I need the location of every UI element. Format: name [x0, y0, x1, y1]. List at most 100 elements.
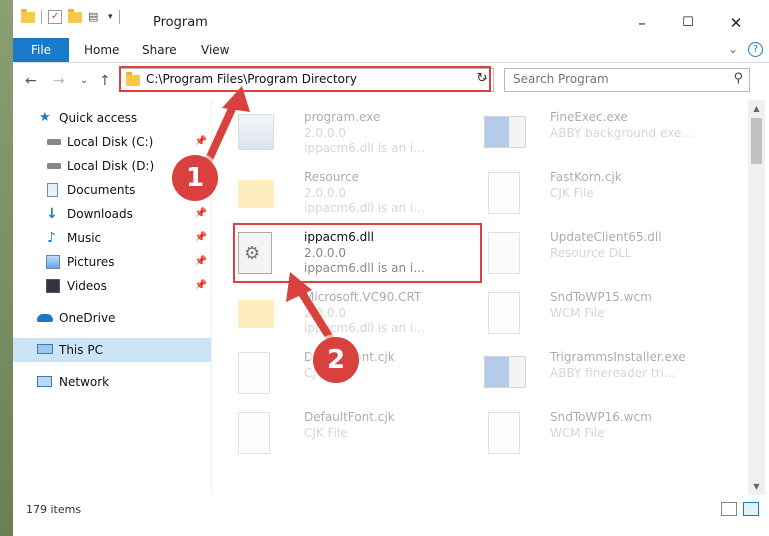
file-name: FastKorn.cjk: [550, 170, 622, 184]
list-item[interactable]: FastKorn.cjk CJK File: [478, 166, 718, 222]
file-detail: 2.0.0.0: [304, 126, 346, 140]
file-name: program.exe: [304, 110, 381, 124]
toolbar-dropdown-icon[interactable]: ▾: [108, 12, 113, 22]
network-icon: [37, 376, 52, 387]
file-name: Microsoft.VC90.CRT: [304, 290, 422, 304]
scroll-up-icon[interactable]: ▲: [748, 100, 765, 117]
up-button[interactable]: ↑: [99, 73, 111, 89]
list-item[interactable]: Microsoft.VC90.CRT 2.0.0.0 ippacm6.dll i…: [232, 286, 472, 342]
pin-icon[interactable]: 📌: [195, 274, 207, 298]
tiles-view-icon[interactable]: [743, 502, 759, 516]
onedrive-icon: [37, 314, 53, 322]
drive-icon: [47, 163, 61, 169]
scroll-thumb[interactable]: [751, 118, 762, 164]
file-detail: ABBY background exe...: [550, 126, 693, 140]
exe-file-icon: [238, 114, 274, 150]
sidebar-item-onedrive[interactable]: OneDrive: [13, 306, 211, 330]
sidebar-item-local-disk-c[interactable]: Local Disk (C:) 📌: [13, 130, 211, 154]
file-icon: [238, 352, 270, 394]
scroll-down-icon[interactable]: ▼: [748, 478, 765, 495]
file-description: ippacm6.dll is an i...: [304, 141, 425, 155]
forward-button[interactable]: →: [53, 73, 65, 89]
list-item[interactable]: program.exe 2.0.0.0 ippacm6.dll is an i.…: [232, 106, 472, 162]
list-item[interactable]: TrigrammsInstaller.exe ABBY finereader t…: [478, 346, 718, 402]
search-placeholder: Search Program: [513, 72, 609, 86]
search-input[interactable]: Search Program ⚲: [504, 68, 750, 92]
toolbar-divider: [118, 10, 120, 24]
music-icon: ♪: [47, 230, 56, 246]
drive-icon: [47, 139, 61, 145]
file-icon: [488, 412, 520, 454]
sidebar-item-pictures[interactable]: Pictures 📌: [13, 250, 211, 274]
app-icon: [484, 356, 526, 388]
expand-ribbon-icon[interactable]: ⌄: [728, 42, 738, 57]
ribbon: File Home Share View ⌄ ?: [13, 38, 769, 63]
customize-toolbar-icon[interactable]: ▤: [88, 10, 102, 24]
quick-access-toolbar: ✓ ▤ ▾: [21, 8, 120, 24]
vertical-scrollbar[interactable]: ▲ ▼: [748, 100, 765, 495]
file-name: UpdateClient65.dll: [550, 230, 662, 244]
maximize-button[interactable]: ☐: [665, 8, 711, 38]
file-icon: [238, 412, 270, 454]
sidebar-item-label: Network: [59, 375, 110, 389]
file-name: Resource: [304, 170, 360, 184]
step-callout-1: 1: [172, 155, 218, 201]
sidebar-item-quick-access[interactable]: ★ Quick access: [13, 106, 211, 130]
window-title: Program: [153, 15, 208, 30]
tab-home[interactable]: Home: [84, 38, 119, 62]
sidebar-item-label: Documents: [67, 183, 136, 197]
minimize-button[interactable]: –: [619, 8, 665, 38]
list-item[interactable]: SndToWP16.wcm WCM File: [478, 406, 718, 462]
downloads-icon: ↓: [46, 206, 58, 222]
list-item[interactable]: SndToWP15.wcm WCM File: [478, 286, 718, 342]
sidebar-item-videos[interactable]: Videos 📌: [13, 274, 211, 298]
sidebar-item-network[interactable]: Network: [13, 370, 211, 394]
file-name: SndToWP15.wcm: [550, 290, 652, 304]
pin-icon[interactable]: 📌: [195, 250, 207, 274]
sidebar-item-this-pc[interactable]: This PC: [13, 338, 211, 362]
explorer-window: ✓ ▤ ▾ Program – ☐ ✕ File Home Share View…: [13, 0, 769, 536]
list-item[interactable]: UpdateClient65.dll Resource DLL: [478, 226, 718, 282]
tab-file[interactable]: File: [13, 38, 69, 62]
back-button[interactable]: ←: [25, 73, 37, 89]
folder-icon: [21, 8, 35, 23]
pin-icon[interactable]: 📌: [195, 202, 207, 226]
recent-locations-icon[interactable]: ⌄: [80, 75, 88, 86]
sidebar-item-label: Videos: [67, 279, 107, 293]
tab-view[interactable]: View: [201, 38, 229, 62]
pin-icon[interactable]: 📌: [195, 226, 207, 250]
sidebar-item-downloads[interactable]: ↓ Downloads 📌: [13, 202, 211, 226]
dll-file-icon: [488, 232, 520, 274]
sidebar-item-label: OneDrive: [59, 311, 116, 325]
help-icon[interactable]: ?: [748, 42, 763, 57]
search-icon[interactable]: ⚲: [733, 71, 743, 86]
documents-icon: [47, 183, 58, 197]
file-detail: WCM File: [550, 426, 605, 440]
close-button[interactable]: ✕: [713, 8, 759, 38]
file-icon: [488, 172, 520, 214]
list-item[interactable]: FineExec.exe ABBY background exe...: [478, 106, 718, 162]
details-view-icon[interactable]: [721, 502, 737, 516]
tab-share[interactable]: Share: [142, 38, 177, 62]
desktop-background: [0, 0, 13, 536]
file-detail: CJK File: [550, 186, 594, 200]
file-detail: CJK File: [304, 426, 348, 440]
file-name: DefaultFont.cjk: [304, 410, 395, 424]
sidebar-item-music[interactable]: ♪ Music 📌: [13, 226, 211, 250]
star-icon: ★: [39, 110, 51, 125]
file-name: SndToWP16.wcm: [550, 410, 652, 424]
file-description: ippacm6.dll is an i...: [304, 321, 425, 335]
videos-icon: [46, 279, 60, 293]
pin-icon[interactable]: 📌: [195, 130, 207, 154]
sidebar-item-label: This PC: [59, 343, 103, 357]
list-item[interactable]: Resource 2.0.0.0 ippacm6.dll is an i...: [232, 166, 472, 222]
file-detail: 2.0.0.0: [304, 186, 346, 200]
sidebar-item-label: Downloads: [67, 207, 133, 221]
file-list: program.exe 2.0.0.0 ippacm6.dll is an i.…: [212, 100, 748, 495]
sidebar-item-label: Local Disk (C:): [67, 135, 154, 149]
sidebar-item-label: Local Disk (D:): [67, 159, 155, 173]
list-item[interactable]: DefaultFont.cjk CJK File: [232, 406, 472, 462]
properties-icon[interactable]: ✓: [48, 10, 62, 24]
title-bar: ✓ ▤ ▾ Program – ☐ ✕: [13, 0, 769, 38]
new-folder-icon[interactable]: [68, 8, 82, 23]
